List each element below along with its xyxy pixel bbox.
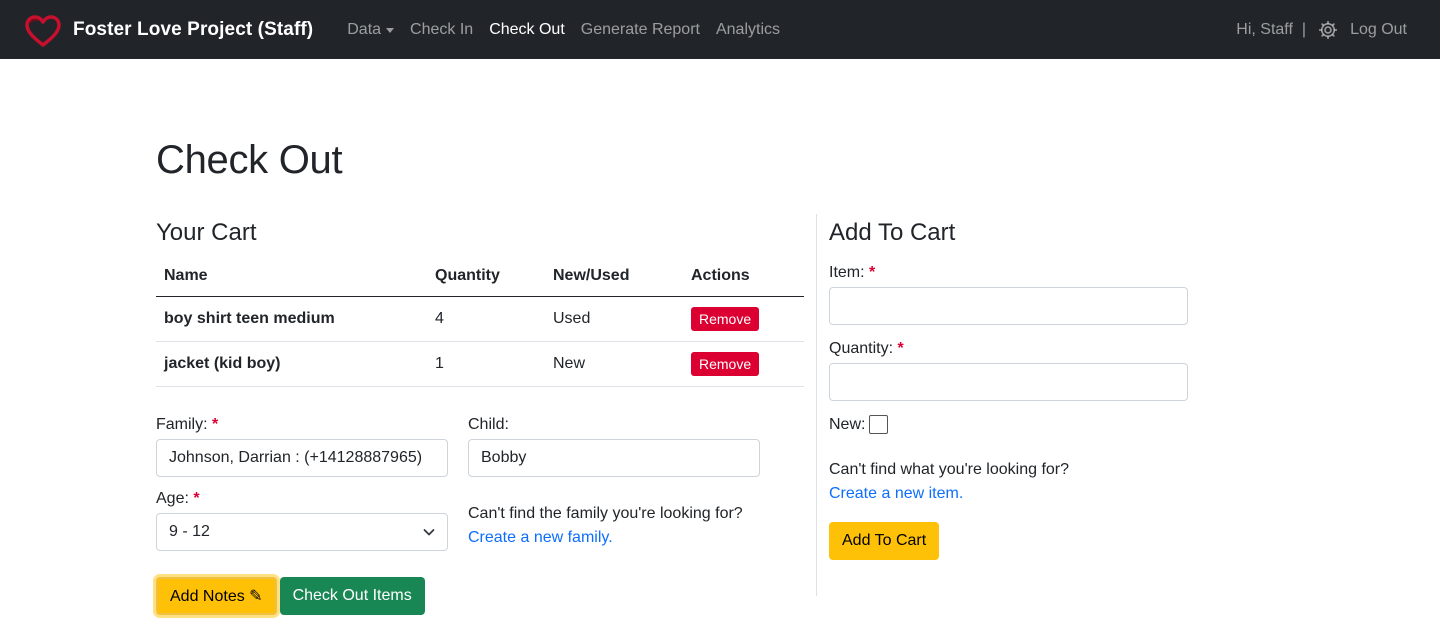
required-marker: *	[212, 416, 219, 433]
cart-item-quantity: 4	[427, 296, 545, 342]
quantity-field: Quantity: *	[829, 339, 1188, 401]
column-header-new-used: New/Used	[545, 258, 683, 297]
cart-item-actions: Remove	[683, 296, 804, 342]
user-greeting: Hi, Staff	[1236, 20, 1293, 38]
heart-logo-icon	[25, 14, 61, 47]
create-family-link[interactable]: Create a new family.	[468, 529, 613, 546]
gear-icon[interactable]	[1318, 20, 1338, 40]
child-label: Child:	[468, 416, 509, 433]
cart-column: Your Cart Name Quantity New/Used Actions…	[156, 214, 804, 615]
age-label: Age: *	[156, 490, 200, 507]
new-field: New:	[829, 415, 1188, 434]
family-help: Can't find the family you're looking for…	[468, 502, 760, 550]
cart-heading: Your Cart	[156, 219, 257, 246]
family-input[interactable]: Johnson, Darrian : (+14128887965)	[156, 439, 448, 477]
caret-down-icon	[386, 27, 395, 33]
cart-table: Name Quantity New/Used Actions boy shirt…	[156, 258, 804, 387]
nav-analytics[interactable]: Analytics	[716, 21, 780, 39]
form-buttons: Add Notes ✎ Check Out Items	[156, 577, 804, 615]
check-out-items-button[interactable]: Check Out Items	[279, 577, 425, 615]
age-field: Age: * 9 - 12	[156, 489, 448, 551]
nav-links: Data Check In Check Out Generate Report …	[347, 21, 796, 39]
column-header-quantity: Quantity	[427, 258, 545, 297]
checkout-form: Family: * Johnson, Darrian : (+141288879…	[156, 415, 804, 551]
cart-item-condition: New	[545, 341, 683, 387]
age-select-value: 9 - 12	[169, 523, 210, 540]
required-marker: *	[869, 264, 876, 281]
cart-item-name: jacket (kid boy)	[156, 341, 427, 387]
required-marker: *	[193, 490, 200, 507]
remove-button[interactable]: Remove	[691, 352, 760, 376]
brand-title: Foster Love Project (Staff)	[73, 18, 314, 40]
form-col-right: Child: Bobby Can't find the family you'r…	[468, 415, 760, 551]
add-to-cart-heading: Add To Cart	[829, 219, 956, 246]
form-col-left: Family: * Johnson, Darrian : (+141288879…	[156, 415, 448, 551]
nav-check-in[interactable]: Check In	[410, 21, 473, 39]
table-row: jacket (kid boy) 1 New Remove	[156, 341, 804, 387]
main-container: Check Out Your Cart Name Quantity New/Us…	[156, 59, 1188, 615]
remove-button[interactable]: Remove	[691, 307, 760, 331]
column-header-actions: Actions	[683, 258, 804, 297]
item-help: Can't find what you're looking for? Crea…	[829, 458, 1188, 506]
quantity-input[interactable]	[829, 363, 1188, 401]
brand-link[interactable]: Foster Love Project (Staff)	[24, 12, 313, 48]
page-title: Check Out	[156, 138, 343, 182]
item-label: Item: *	[829, 264, 876, 281]
item-help-text: Can't find what you're looking for?	[829, 461, 1070, 478]
cart-item-actions: Remove	[683, 341, 804, 387]
cart-table-header: Name Quantity New/Used Actions	[156, 258, 804, 297]
cart-item-condition: Used	[545, 296, 683, 342]
column-divider	[816, 214, 817, 596]
family-help-text: Can't find the family you're looking for…	[468, 505, 743, 522]
top-navbar: Foster Love Project (Staff) Data Check I…	[0, 0, 1440, 59]
nav-generate-report[interactable]: Generate Report	[581, 21, 700, 39]
new-checkbox[interactable]	[869, 415, 889, 434]
cart-item-name: boy shirt teen medium	[156, 296, 427, 342]
table-row: boy shirt teen medium 4 Used Remove	[156, 296, 804, 342]
family-label: Family: *	[156, 416, 219, 433]
required-marker: *	[897, 340, 904, 357]
cart-item-quantity: 1	[427, 341, 545, 387]
create-item-link[interactable]: Create a new item.	[829, 485, 963, 502]
add-to-cart-button[interactable]: Add To Cart	[829, 522, 940, 560]
item-input[interactable]	[829, 287, 1188, 325]
nav-data-dropdown[interactable]: Data	[347, 20, 395, 39]
child-input[interactable]: Bobby	[468, 439, 760, 477]
item-field: Item: *	[829, 263, 1188, 325]
nav-user-area: Hi, Staff | Log Out	[1236, 0, 1407, 59]
nav-separator: |	[1301, 20, 1307, 38]
nav-data-label: Data	[347, 20, 382, 38]
age-select[interactable]: 9 - 12	[156, 513, 448, 551]
chevron-down-icon	[423, 529, 435, 536]
add-to-cart-column: Add To Cart Item: * Quantity: * New: Can…	[829, 214, 1188, 615]
new-label: New:	[829, 415, 866, 433]
content-row: Your Cart Name Quantity New/Used Actions…	[156, 214, 1188, 615]
column-header-name: Name	[156, 258, 427, 297]
logout-link[interactable]: Log Out	[1350, 21, 1407, 39]
quantity-label: Quantity: *	[829, 340, 904, 357]
add-notes-button[interactable]: Add Notes ✎	[156, 577, 277, 615]
nav-check-out[interactable]: Check Out	[489, 21, 565, 39]
